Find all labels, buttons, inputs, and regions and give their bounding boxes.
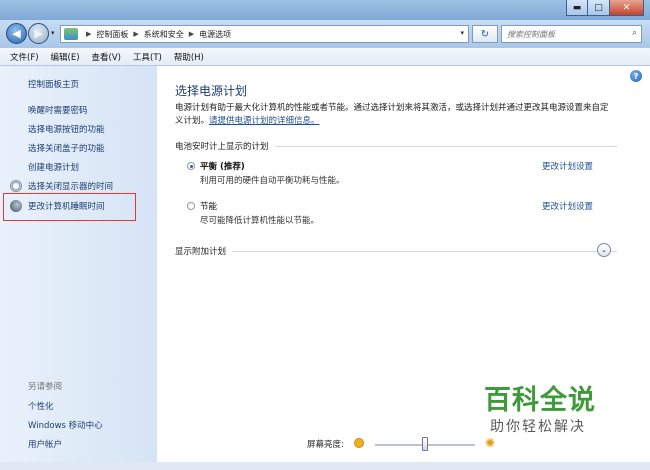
sidebar-item-display-off[interactable]: 选择关闭显示器的时间 <box>28 180 113 192</box>
sidebar-item-create-plan[interactable]: 创建电源计划 <box>28 161 79 173</box>
section-divider <box>274 145 617 147</box>
address-dropdown-icon[interactable]: ▾ <box>460 29 464 37</box>
maximize-button[interactable]: □ <box>588 0 610 16</box>
section-divider <box>232 250 617 252</box>
dim-sun-icon <box>355 439 363 447</box>
sidebar-item-user-accounts[interactable]: 用户帐户 <box>28 438 62 450</box>
intro-paragraph: 电源计划有助于最大化计算机的性能或者节能。通过选择计划来将其激活，或选择计划并通… <box>175 102 615 128</box>
search-box: ⌕ <box>501 25 642 43</box>
plan-power-saver-description: 尽可能降低计算机性能以节能。 <box>200 216 320 226</box>
title-bar: ▬ □ ✕ <box>0 0 650 20</box>
watermark-subtitle: 助你轻松解决 <box>490 419 586 435</box>
change-balanced-settings-link[interactable]: 更改计划设置 <box>542 160 593 172</box>
refresh-button[interactable]: ↻ <box>472 25 498 43</box>
see-also-heading: 另请参阅 <box>28 382 63 392</box>
back-button[interactable]: ◀ <box>6 23 27 44</box>
sleep-moon-icon <box>10 200 22 212</box>
radio-balanced[interactable] <box>187 162 195 170</box>
search-input[interactable] <box>507 29 625 39</box>
menu-file[interactable]: 文件(F) <box>10 51 39 63</box>
recent-pages-dropdown[interactable]: ▾ <box>51 29 55 37</box>
watermark-title: 百科全说 <box>484 385 596 416</box>
menu-edit[interactable]: 编辑(E) <box>51 51 80 63</box>
plan-power-saver-name[interactable]: 节能 <box>200 200 217 212</box>
plan-balanced-name[interactable]: 平衡 (推荐) <box>200 160 245 172</box>
radio-power-saver[interactable] <box>187 202 195 210</box>
menu-bar: 文件(F) 编辑(E) 查看(V) 工具(T) 帮助(H) <box>0 48 650 66</box>
sidebar-item-sleep-time[interactable]: 更改计算机睡眠时间 <box>28 200 105 212</box>
plan-details-link[interactable]: 请提供电源计划的详细信息。 <box>209 116 320 126</box>
sidebar-item-personalization[interactable]: 个性化 <box>28 400 54 412</box>
menu-help[interactable]: 帮助(H) <box>174 51 204 63</box>
display-clock-icon <box>10 180 22 192</box>
minimize-button[interactable]: ▬ <box>566 0 588 16</box>
change-power-saver-settings-link[interactable]: 更改计划设置 <box>542 200 593 212</box>
close-button[interactable]: ✕ <box>610 0 644 16</box>
status-bar <box>0 462 650 470</box>
breadcrumb-control-panel[interactable]: 控制面板 <box>96 29 128 40</box>
sidebar: 控制面板主页 唤醒时需要密码 选择电源按钮的功能 选择关闭盖子的功能 创建电源计… <box>0 66 157 470</box>
window-controls: ▬ □ ✕ <box>566 0 644 16</box>
menu-view[interactable]: 查看(V) <box>92 51 121 63</box>
chevron-right-icon[interactable]: ▶ <box>86 30 91 38</box>
sidebar-item-mobility-center[interactable]: Windows 移动中心 <box>28 419 103 431</box>
sidebar-item-wake-password[interactable]: 唤醒时需要密码 <box>28 104 88 116</box>
additional-plans-heading[interactable]: 显示附加计划 <box>175 245 232 257</box>
sidebar-home-link[interactable]: 控制面板主页 <box>28 78 79 90</box>
brightness-slider-thumb[interactable] <box>422 437 428 451</box>
breadcrumb-system-security[interactable]: 系统和安全 <box>144 29 184 40</box>
control-panel-icon <box>64 28 78 40</box>
battery-plans-section: 电池安时计上显示的计划 <box>175 140 617 152</box>
chevron-right-icon[interactable]: ▶ <box>133 30 138 38</box>
address-bar[interactable]: ▶ 控制面板 ▶ 系统和安全 ▶ 电源选项 ▾ <box>60 25 469 43</box>
battery-plans-heading: 电池安时计上显示的计划 <box>175 142 269 152</box>
sidebar-item-power-button[interactable]: 选择电源按钮的功能 <box>28 123 105 135</box>
chevron-right-icon[interactable]: ▶ <box>189 30 194 38</box>
plan-balanced-description: 利用可用的硬件自动平衡功耗与性能。 <box>200 176 345 186</box>
search-icon[interactable]: ⌕ <box>632 28 637 38</box>
forward-button[interactable]: ▶ <box>28 23 49 44</box>
help-icon[interactable]: ? <box>630 70 642 82</box>
page-title: 选择电源计划 <box>175 84 248 98</box>
expand-plans-button[interactable]: ⌄ <box>597 243 611 257</box>
navigation-bar: ◀ ▶ ▾ ▶ 控制面板 ▶ 系统和安全 ▶ 电源选项 ▾ ↻ ⌕ <box>0 20 650 48</box>
menu-tools[interactable]: 工具(T) <box>133 51 162 63</box>
watermark: 百科全说 助你轻松解决 <box>470 378 630 448</box>
brightness-label: 屏幕亮度: <box>307 440 344 450</box>
breadcrumb-power-options[interactable]: 电源选项 <box>199 29 231 40</box>
additional-plans-section: 显示附加计划 <box>175 245 617 257</box>
sidebar-item-lid-close[interactable]: 选择关闭盖子的功能 <box>28 142 105 154</box>
